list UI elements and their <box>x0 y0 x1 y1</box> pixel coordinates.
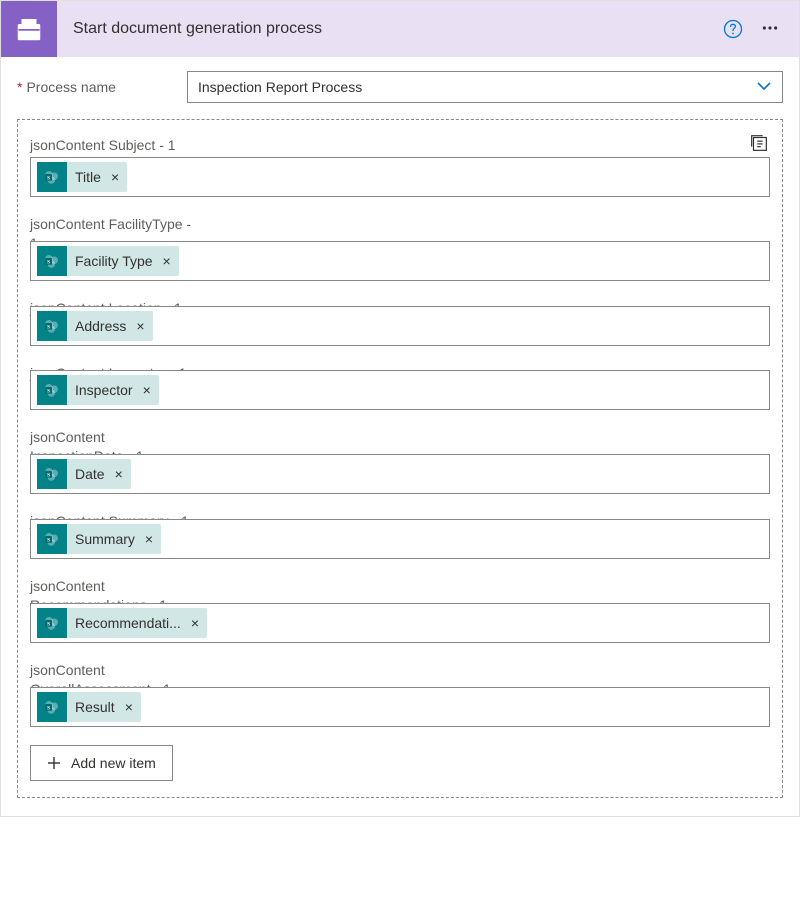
parameter-field: jsonContent OverallAssessment - 1SResult… <box>30 661 770 727</box>
token-remove-icon[interactable]: × <box>111 169 119 185</box>
dynamic-token[interactable]: S Result × <box>37 692 141 722</box>
svg-text:S: S <box>47 472 50 478</box>
parameter-field: jsonContent Inspector - 1SInspector× <box>30 364 770 411</box>
parameter-field: jsonContent FacilityType - 1SFacility Ty… <box>30 215 770 281</box>
sharepoint-icon: S <box>37 246 67 276</box>
parameter-input[interactable]: S Date × <box>30 454 770 494</box>
parameter-field: jsonContent Recommendations - 1SRecommen… <box>30 577 770 643</box>
card-body: *Process name Inspection Report Process … <box>1 57 799 816</box>
parameter-input[interactable]: S Title × <box>30 157 770 197</box>
dynamic-token[interactable]: S Recommendati... × <box>37 608 207 638</box>
token-label: Inspector <box>75 382 133 398</box>
card-title: Start document generation process <box>73 20 723 38</box>
dynamic-token[interactable]: S Summary × <box>37 524 161 554</box>
dynamic-token[interactable]: S Inspector × <box>37 375 159 405</box>
svg-text:S: S <box>47 324 50 330</box>
card-header: Start document generation process <box>1 1 799 57</box>
add-new-item-label: Add new item <box>71 755 156 771</box>
process-name-label: *Process name <box>17 79 187 95</box>
parameter-field: jsonContent Location - 1SAddress× <box>30 299 770 346</box>
dynamic-token[interactable]: S Title × <box>37 162 127 192</box>
token-remove-icon[interactable]: × <box>143 382 151 398</box>
parameter-input[interactable]: S Inspector × <box>30 370 770 410</box>
connector-icon <box>1 1 57 57</box>
token-label: Date <box>75 466 105 482</box>
dynamic-token[interactable]: S Facility Type × <box>37 246 179 276</box>
parameter-input[interactable]: S Facility Type × <box>30 241 770 281</box>
token-label: Result <box>75 699 115 715</box>
parameter-input[interactable]: S Recommendati... × <box>30 603 770 643</box>
parameter-input[interactable]: S Result × <box>30 687 770 727</box>
sharepoint-icon: S <box>37 162 67 192</box>
sharepoint-icon: S <box>37 375 67 405</box>
parameter-field: jsonContent InspectionDate - 1SDate× <box>30 428 770 494</box>
sharepoint-icon: S <box>37 524 67 554</box>
token-remove-icon[interactable]: × <box>145 531 153 547</box>
sharepoint-icon: S <box>37 692 67 722</box>
parameter-input[interactable]: S Summary × <box>30 519 770 559</box>
svg-text:S: S <box>47 175 50 181</box>
svg-text:S: S <box>47 621 50 627</box>
parameter-input[interactable]: S Address × <box>30 306 770 346</box>
add-new-item-button[interactable]: Add new item <box>30 745 173 781</box>
action-card: Start document generation process *Proce… <box>0 0 800 817</box>
sharepoint-icon: S <box>37 459 67 489</box>
token-label: Title <box>75 169 101 185</box>
token-remove-icon[interactable]: × <box>136 318 144 334</box>
sharepoint-icon: S <box>37 311 67 341</box>
svg-text:S: S <box>47 537 50 543</box>
help-icon[interactable] <box>723 19 743 39</box>
token-remove-icon[interactable]: × <box>163 253 171 269</box>
parameter-field: jsonContent Summary - 1SSummary× <box>30 512 770 559</box>
token-label: Summary <box>75 531 135 547</box>
token-label: Address <box>75 318 126 334</box>
process-name-value: Inspection Report Process <box>198 79 756 95</box>
sharepoint-icon: S <box>37 608 67 638</box>
token-label: Recommendati... <box>75 615 181 631</box>
token-remove-icon[interactable]: × <box>191 615 199 631</box>
token-remove-icon[interactable]: × <box>115 466 123 482</box>
process-name-select[interactable]: Inspection Report Process <box>187 71 783 103</box>
more-icon[interactable] <box>757 15 783 44</box>
parameter-field: jsonContent Subject - 1 S Title × <box>30 136 770 197</box>
token-remove-icon[interactable]: × <box>125 699 133 715</box>
token-label: Facility Type <box>75 253 153 269</box>
svg-text:S: S <box>47 259 50 265</box>
dynamic-token[interactable]: S Address × <box>37 311 153 341</box>
svg-text:S: S <box>47 705 50 711</box>
parameter-label: jsonContent Subject - 1 <box>30 136 200 155</box>
process-name-row: *Process name Inspection Report Process <box>17 71 783 103</box>
chevron-down-icon <box>756 78 772 97</box>
parameters-container: jsonContent Subject - 1STitle×jsonConten… <box>17 119 783 798</box>
dynamic-token[interactable]: S Date × <box>37 459 131 489</box>
svg-text:S: S <box>47 389 50 395</box>
